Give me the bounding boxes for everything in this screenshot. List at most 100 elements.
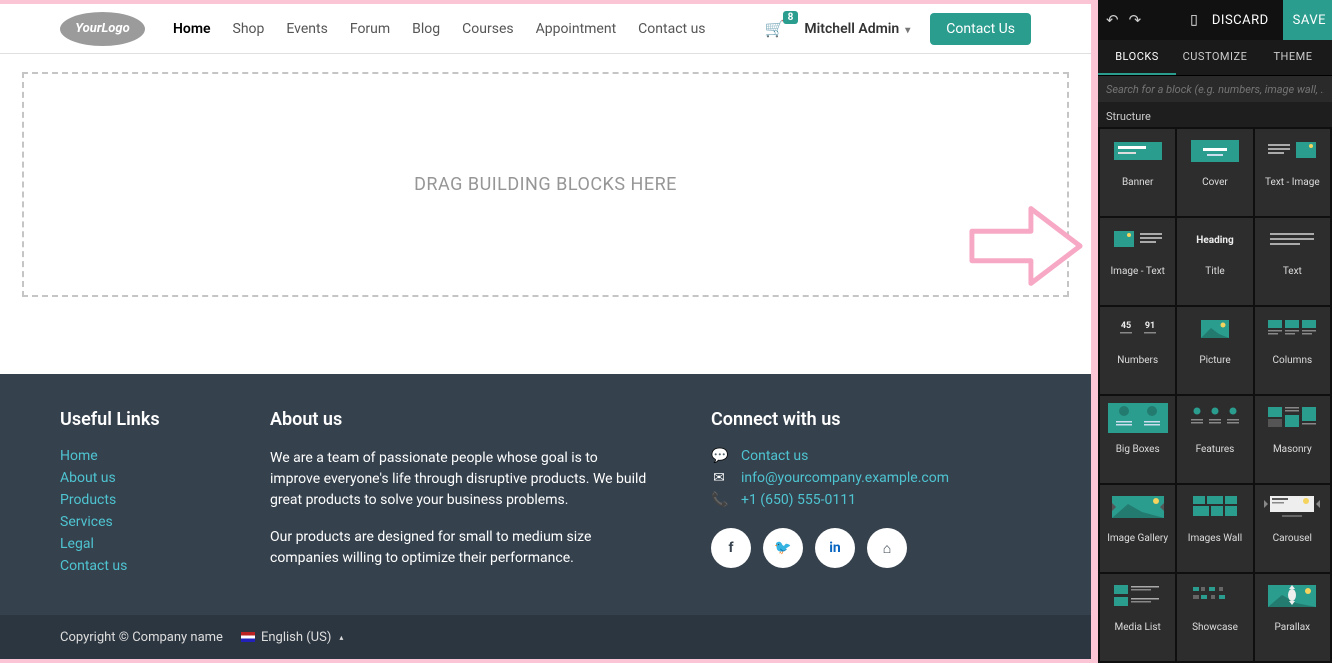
block-label: Parallax xyxy=(1255,618,1330,639)
mail-icon: ✉ xyxy=(711,470,727,486)
block-media-list[interactable]: Media List xyxy=(1100,574,1175,661)
block-label: Numbers xyxy=(1100,351,1175,372)
block-label: Text - Image xyxy=(1255,173,1330,194)
block-thumb: Heading xyxy=(1177,218,1252,262)
footer-link[interactable]: Legal xyxy=(60,536,210,552)
block-text-image[interactable]: Text - Image xyxy=(1255,129,1330,216)
block-label: Text xyxy=(1255,262,1330,283)
panel-toolbar: ↶ ↷ ▯ DISCARD SAVE xyxy=(1098,0,1332,40)
footer-about-p2: Our products are designed for small to m… xyxy=(270,527,650,569)
cart-button[interactable]: 🛒 8 xyxy=(764,19,784,38)
block-label: Features xyxy=(1177,440,1252,461)
facebook-icon[interactable]: f xyxy=(711,528,751,568)
tab-customize[interactable]: CUSTOMIZE xyxy=(1176,40,1254,75)
block-label: Carousel xyxy=(1255,529,1330,550)
footer-link[interactable]: Products xyxy=(60,492,210,508)
nav-shop[interactable]: Shop xyxy=(233,21,265,37)
twitter-icon[interactable]: 🐦 xyxy=(763,528,803,568)
nav-appointment[interactable]: Appointment xyxy=(536,21,617,37)
nav-courses[interactable]: Courses xyxy=(462,21,513,37)
nav-events[interactable]: Events xyxy=(286,21,327,37)
nav-forum[interactable]: Forum xyxy=(350,21,390,37)
footer-email-link[interactable]: info@yourcompany.example.com xyxy=(741,470,949,486)
block-text[interactable]: Text xyxy=(1255,218,1330,305)
mobile-preview-icon[interactable]: ▯ xyxy=(1190,12,1198,28)
cart-badge: 8 xyxy=(783,11,799,24)
top-nav: YourLogo Home Shop Events Forum Blog Cou… xyxy=(0,4,1091,54)
block-grid: BannerCoverText - Image Image - TextHeadi… xyxy=(1098,127,1332,663)
footer-contact-link[interactable]: Contact us xyxy=(741,448,808,464)
block-big-boxes[interactable]: Big Boxes xyxy=(1100,396,1175,483)
tab-blocks[interactable]: BLOCKS xyxy=(1098,40,1176,75)
footer-link[interactable]: Contact us xyxy=(60,558,210,574)
block-thumb xyxy=(1255,307,1330,351)
block-label: Images Wall xyxy=(1177,529,1252,550)
phone-icon: 📞 xyxy=(711,492,727,508)
chat-icon: 💬 xyxy=(711,448,727,464)
block-parallax[interactable]: Parallax xyxy=(1255,574,1330,661)
footer: Useful Links Home About us Products Serv… xyxy=(0,374,1091,615)
discard-button[interactable]: DISCARD xyxy=(1212,13,1269,28)
block-columns[interactable]: Columns xyxy=(1255,307,1330,394)
drop-zone-text: DRAG BUILDING BLOCKS HERE xyxy=(414,174,677,195)
editor-panel: ↶ ↷ ▯ DISCARD SAVE BLOCKS CUSTOMIZE THEM… xyxy=(1098,0,1332,663)
footer-about-col: About us We are a team of passionate peo… xyxy=(270,409,650,585)
block-thumb xyxy=(1177,574,1252,618)
nav-contact[interactable]: Contact us xyxy=(638,21,705,37)
block-label: Cover xyxy=(1177,173,1252,194)
block-banner[interactable]: Banner xyxy=(1100,129,1175,216)
language-selector[interactable]: English (US) xyxy=(241,630,343,645)
nav-home[interactable]: Home xyxy=(173,21,211,37)
block-masonry[interactable]: Masonry xyxy=(1255,396,1330,483)
block-carousel[interactable]: Carousel xyxy=(1255,485,1330,572)
block-features[interactable]: Features xyxy=(1177,396,1252,483)
block-thumb: 4591 xyxy=(1100,307,1175,351)
block-image-text[interactable]: Image - Text xyxy=(1100,218,1175,305)
footer-link[interactable]: Home xyxy=(60,448,210,464)
hint-arrow xyxy=(967,196,1085,296)
block-thumb xyxy=(1177,485,1252,529)
block-picture[interactable]: Picture xyxy=(1177,307,1252,394)
block-cover[interactable]: Cover xyxy=(1177,129,1252,216)
redo-icon[interactable]: ↷ xyxy=(1129,11,1142,29)
linkedin-icon[interactable]: in xyxy=(815,528,855,568)
footer-links-title: Useful Links xyxy=(60,409,210,430)
block-showcase[interactable]: Showcase xyxy=(1177,574,1252,661)
block-thumb xyxy=(1255,574,1330,618)
block-label: Masonry xyxy=(1255,440,1330,461)
block-label: Picture xyxy=(1177,351,1252,372)
tab-theme[interactable]: THEME xyxy=(1254,40,1332,75)
nav-right: 🛒 8 Mitchell Admin Contact Us xyxy=(764,13,1031,45)
block-thumb xyxy=(1100,574,1175,618)
footer-phone-link[interactable]: +1 (650) 555-0111 xyxy=(741,492,856,508)
block-label: Title xyxy=(1177,262,1252,283)
save-button[interactable]: SAVE xyxy=(1283,0,1332,40)
cart-icon: 🛒 xyxy=(764,19,784,38)
block-thumb xyxy=(1255,129,1330,173)
block-thumb xyxy=(1100,485,1175,529)
block-search-input[interactable] xyxy=(1106,83,1324,96)
footer-connect-col: Connect with us 💬 Contact us ✉ info@yourco… xyxy=(711,409,1031,585)
block-label: Image Gallery xyxy=(1100,529,1175,550)
contact-us-button[interactable]: Contact Us xyxy=(930,13,1031,45)
footer-link[interactable]: About us xyxy=(60,470,210,486)
nav-blog[interactable]: Blog xyxy=(412,21,440,37)
footer-link[interactable]: Services xyxy=(60,514,210,530)
home-icon[interactable]: ⌂ xyxy=(867,528,907,568)
block-thumb xyxy=(1255,396,1330,440)
copyright-bar: Copyright © Company name English (US) xyxy=(0,615,1091,659)
block-thumb xyxy=(1177,396,1252,440)
footer-connect-title: Connect with us xyxy=(711,409,1031,430)
block-image-gallery[interactable]: Image Gallery xyxy=(1100,485,1175,572)
user-menu[interactable]: Mitchell Admin xyxy=(804,21,910,37)
block-title[interactable]: HeadingTitle xyxy=(1177,218,1252,305)
block-thumb xyxy=(1100,218,1175,262)
svg-text:91: 91 xyxy=(1144,321,1154,331)
main-nav: Home Shop Events Forum Blog Courses Appo… xyxy=(173,21,706,37)
site-logo[interactable]: YourLogo xyxy=(60,12,145,46)
block-images-wall[interactable]: Images Wall xyxy=(1177,485,1252,572)
undo-icon[interactable]: ↶ xyxy=(1106,11,1119,29)
drop-zone[interactable]: DRAG BUILDING BLOCKS HERE xyxy=(22,72,1069,297)
block-thumb xyxy=(1255,218,1330,262)
block-numbers[interactable]: 4591Numbers xyxy=(1100,307,1175,394)
